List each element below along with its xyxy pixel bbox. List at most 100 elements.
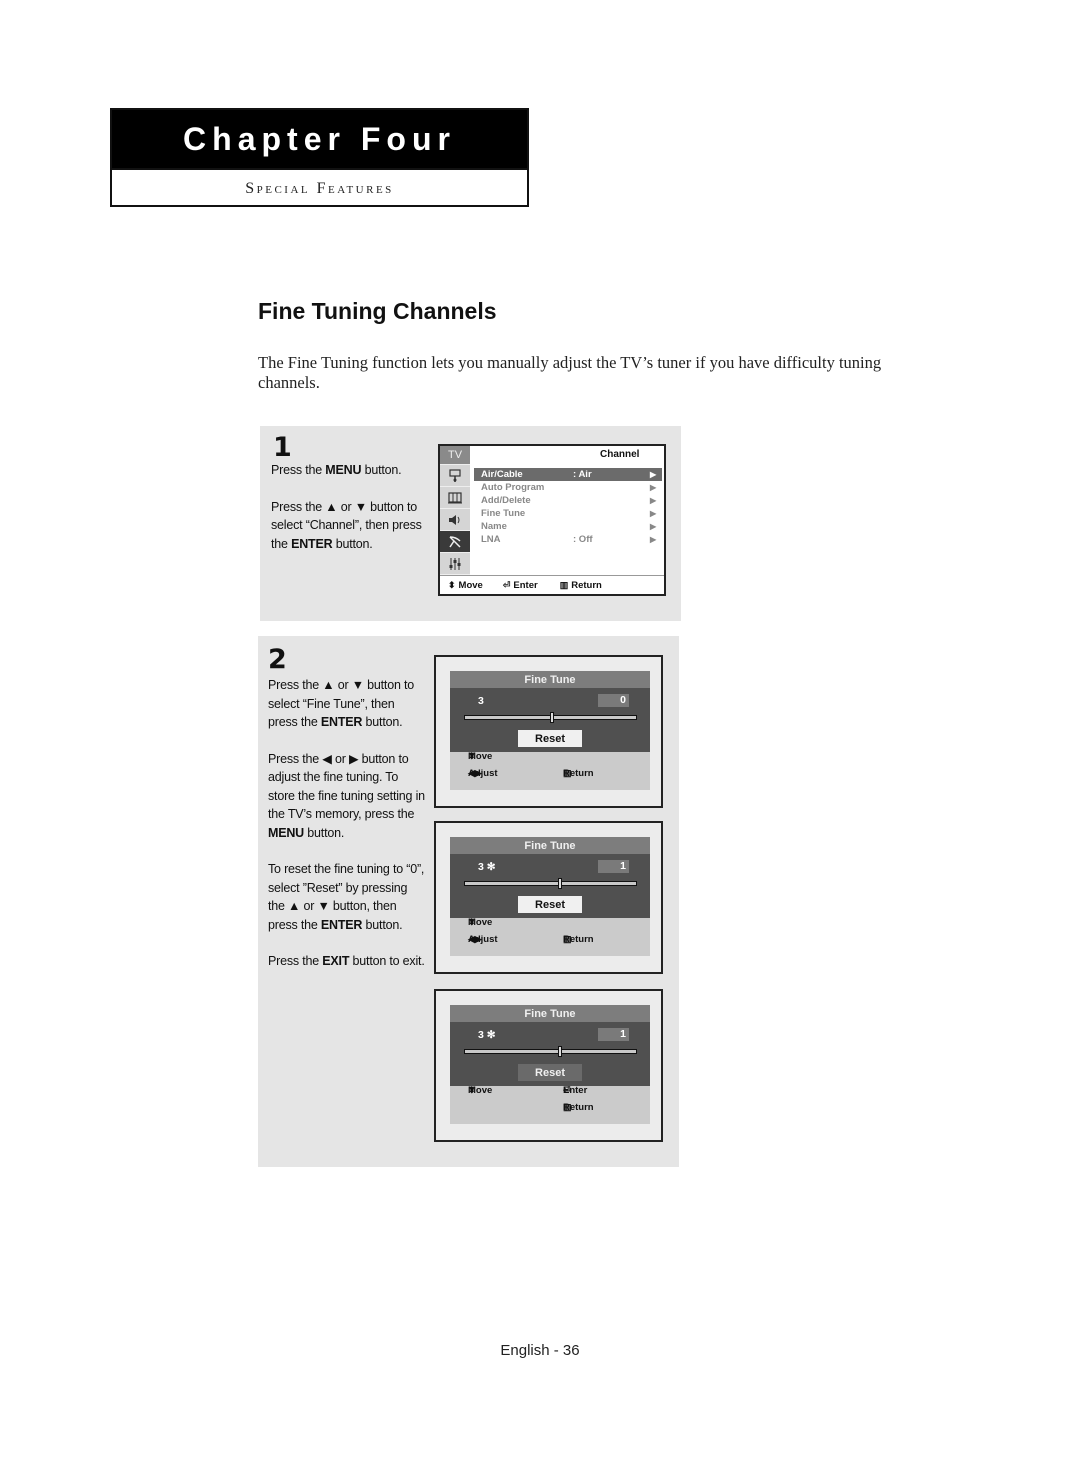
up-down-arrow-icon: ⬍ — [448, 579, 456, 590]
osd-title: Fine Tune — [450, 671, 650, 688]
fine-tune-value: 0 — [598, 694, 629, 707]
menu-item-air-cable[interactable]: Air/Cable : Air ▶ — [474, 468, 662, 481]
menu-list: Air/Cable : Air ▶ Auto Program ▶ Add/Delete ▶ F… — [474, 468, 662, 546]
menu-item-value: : Off — [573, 534, 593, 545]
fine-tune-value: 1 — [598, 1028, 629, 1041]
menu-return-icon: ▥ — [559, 579, 569, 590]
return-label: Return — [563, 1101, 594, 1113]
instruction: Press the ◀ or ▶ button to adjust the fi… — [268, 750, 426, 843]
osd-body: 3 ✻ 1 Reset — [450, 854, 650, 918]
osd-help-bar: ⬍ Move ◀▶ Adjust ▥ Return — [450, 751, 650, 790]
chapter-title: Chapter Four — [112, 110, 527, 168]
text: button. — [332, 536, 373, 551]
move-label: Move — [468, 1084, 493, 1096]
submenu-arrow-icon: ▶ — [650, 496, 657, 505]
step-number: 2 — [268, 644, 287, 675]
menu-item-label: LNA — [481, 534, 501, 545]
sound-icon[interactable] — [440, 509, 470, 531]
enter-label: Enter — [563, 1084, 588, 1096]
menu-item-label: Air/Cable — [481, 469, 523, 480]
button-name: MENU — [325, 463, 362, 477]
fine-tune-osd: Fine Tune 3 ✻ 1 Reset ⬍ Move ⏎ Enter ▥ Return — [450, 1005, 650, 1124]
fine-tune-value: 1 — [598, 860, 629, 873]
step-number: 1 — [273, 432, 292, 463]
tv-sidebar: TV — [440, 446, 470, 576]
text: Press the — [271, 463, 326, 477]
menu-item-value: : Air — [573, 469, 592, 480]
text: Press the ◀ or ▶ button to adjust the fi… — [268, 751, 425, 822]
osd-help-bar: ⬍ Move ◀▶ Adjust ▥ Return — [450, 916, 650, 956]
move-label: Move — [458, 579, 483, 591]
fine-tune-osd: Fine Tune 3 ✻ 1 Reset ⬍ Move ◀▶ Adjust ▥ Return — [450, 837, 650, 956]
channel-number: 3 — [478, 695, 484, 707]
move-label: Move — [468, 916, 493, 928]
reset-button[interactable]: Reset — [518, 896, 582, 913]
input-icon[interactable] — [440, 465, 470, 487]
menu-item-lna[interactable]: LNA: Off ▶ — [474, 533, 662, 546]
tv-channel-menu: TV Channel Air/Cable: Air ▶ Auto Program ▶ A… — [438, 444, 666, 596]
chapter-banner: Chapter Four Special Features — [110, 108, 529, 207]
page-footer: English - 36 — [500, 1342, 580, 1359]
menu-item-label: Auto Program — [481, 482, 545, 493]
button-name: ENTER — [291, 536, 333, 551]
fine-tune-slider[interactable] — [464, 712, 637, 723]
osd-title: Fine Tune — [450, 1005, 650, 1022]
button-name: EXIT — [322, 954, 350, 968]
page-title: Fine Tuning Channels — [258, 298, 497, 324]
return-label: Return — [571, 579, 602, 591]
step-instructions: Press the MENU button. Press the ▲ or ▼ … — [271, 461, 431, 571]
submenu-arrow-icon: ▶ — [650, 483, 657, 492]
menu-item-fine-tune[interactable]: Fine Tune ▶ — [474, 507, 662, 520]
channel-number: 3 ✻ — [478, 1029, 496, 1041]
osd-body: 3 0 Reset — [450, 688, 650, 752]
menu-item-name[interactable]: Name ▶ — [474, 520, 662, 533]
channel-antenna-icon[interactable] — [440, 531, 470, 553]
step-instructions: Press the ▲ or ▼ button to select “Fine … — [268, 676, 426, 989]
button-name: MENU — [268, 825, 305, 840]
submenu-arrow-icon: ▶ — [650, 470, 657, 479]
return-label: Return — [563, 767, 594, 779]
intro-paragraph: The Fine Tuning function lets you manual… — [258, 353, 882, 392]
menu-item-add-delete[interactable]: Add/Delete ▶ — [474, 494, 662, 507]
enter-icon: ⏎ — [502, 579, 511, 590]
text: button. — [362, 917, 403, 932]
reset-button[interactable]: Reset — [518, 1064, 582, 1081]
enter-label: Enter — [513, 579, 538, 591]
fine-tune-slider[interactable] — [464, 878, 637, 889]
enter-hint: ⏎ Enter — [503, 580, 538, 591]
text: button. — [361, 463, 402, 477]
tv-label: TV — [440, 446, 470, 465]
slider-thumb[interactable] — [558, 878, 563, 889]
channel-number: 3 ✻ — [478, 861, 496, 873]
picture-icon[interactable] — [440, 487, 470, 509]
button-name: ENTER — [320, 715, 363, 729]
osd-title: Fine Tune — [450, 837, 650, 854]
menu-item-label: Name — [481, 521, 507, 532]
setup-icon[interactable] — [440, 553, 470, 575]
adjust-label: Adjust — [468, 767, 498, 779]
text: button to exit. — [349, 954, 425, 968]
fine-tune-screen: Fine Tune 3 ✻ 1 Reset ⬍ Move ◀▶ Adjust ▥ Return — [434, 821, 663, 974]
button-name: ENTER — [320, 917, 363, 932]
move-hint: ⬍ Move — [448, 580, 483, 591]
osd-help-bar: ⬍ Move ⏎ Enter ▥ Return — [450, 1084, 650, 1124]
fine-tune-screen: Fine Tune 3 ✻ 1 Reset ⬍ Move ⏎ Enter ▥ Return — [434, 989, 663, 1142]
menu-item-label: Add/Delete — [481, 495, 531, 506]
menu-item-auto-program[interactable]: Auto Program ▶ — [474, 481, 662, 494]
adjust-label: Adjust — [468, 933, 498, 945]
return-hint: ▥ Return — [560, 580, 602, 591]
slider-thumb[interactable] — [558, 1046, 563, 1057]
fine-tune-slider[interactable] — [464, 1046, 637, 1057]
text: button. — [362, 715, 403, 729]
chapter-subtitle: Special Features — [112, 168, 527, 207]
reset-button[interactable]: Reset — [518, 730, 582, 747]
slider-thumb[interactable] — [549, 712, 554, 723]
instruction: To reset the fine tuning to “0”, select … — [268, 860, 426, 934]
menu-header: Channel — [600, 449, 640, 460]
fine-tune-screen: Fine Tune 3 0 Reset ⬍ Move ◀▶ Adjust ▥ Return — [434, 655, 663, 808]
osd-body: 3 ✻ 1 Reset — [450, 1022, 650, 1086]
return-label: Return — [563, 933, 594, 945]
submenu-arrow-icon: ▶ — [650, 522, 657, 531]
menu-footer: ⬍ Move ⏎ Enter ▥ Return — [440, 575, 664, 594]
text: button. — [304, 825, 345, 840]
